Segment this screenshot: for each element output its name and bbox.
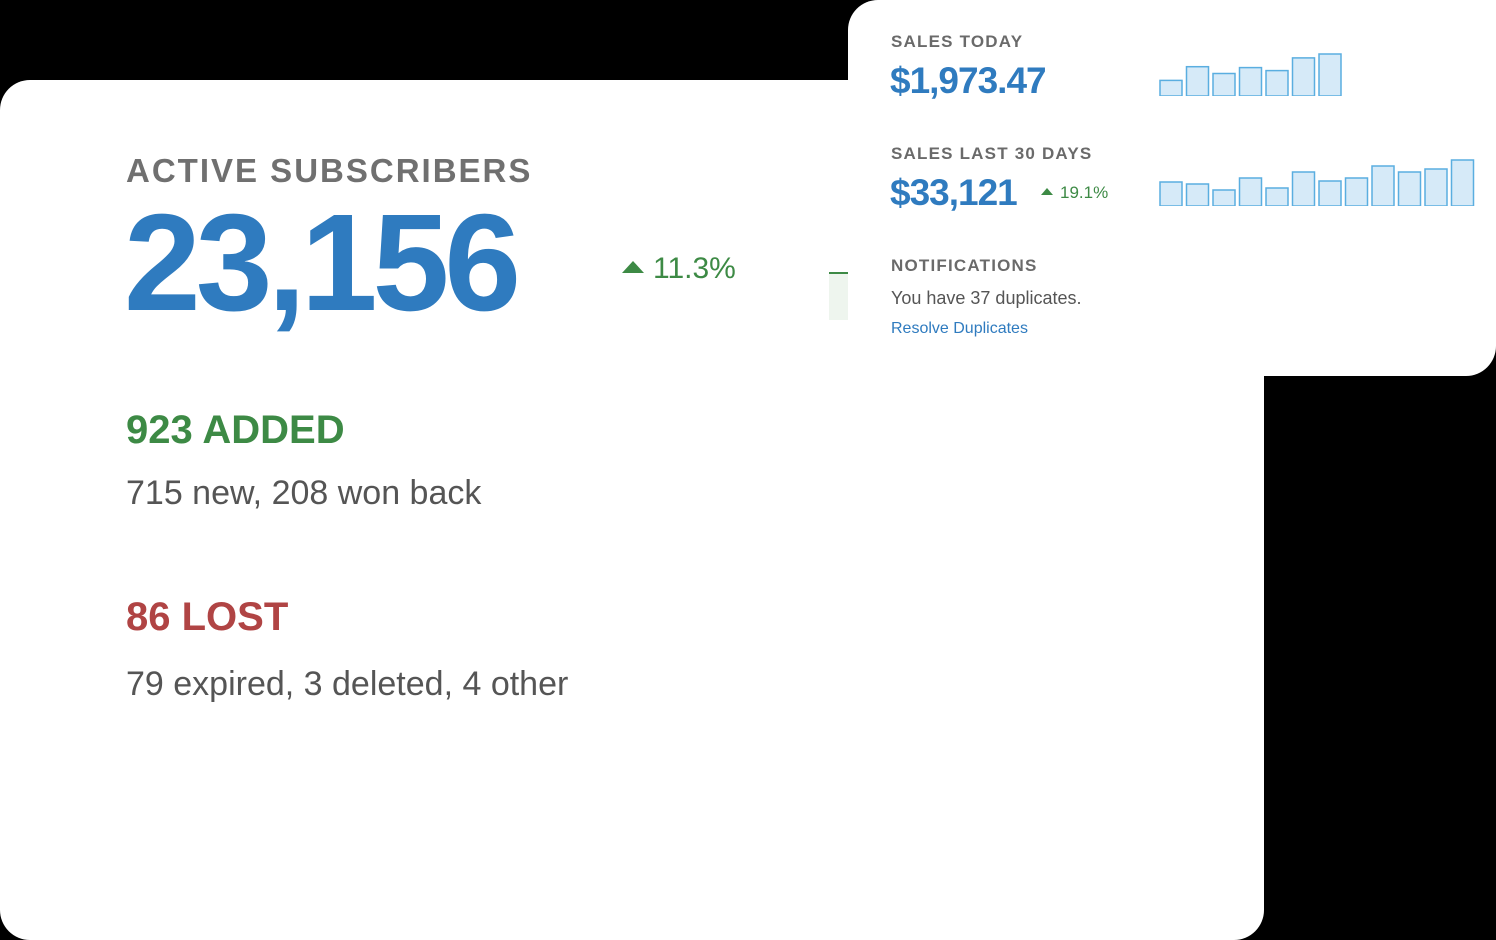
arrow-up-icon <box>622 261 644 273</box>
added-title: 923 ADDED <box>126 408 345 452</box>
dashboard: ACTIVE SUBSCRIBERS 23,156 11.3% 923 ADDE… <box>0 0 1496 940</box>
chart-bar <box>1318 180 1342 206</box>
chart-bar <box>1424 168 1448 206</box>
chart-bar <box>1185 183 1210 206</box>
sales-today-value: $1,973.47 <box>890 60 1047 101</box>
chart-bar <box>1159 181 1183 206</box>
subscribers-delta-value: 11.3% <box>653 252 736 285</box>
chart-bar <box>1371 165 1395 206</box>
chart-bar <box>1238 66 1263 96</box>
resolve-duplicates-link[interactable]: Resolve Duplicates <box>891 320 1028 338</box>
chart-bar <box>1450 159 1475 206</box>
chart-bar <box>1291 57 1316 96</box>
sales-card: SALES TODAY $1,973.47 SALES LAST 30 DAYS… <box>848 0 1496 376</box>
subscribers-delta: 11.3% <box>622 252 736 286</box>
notifications-label: NOTIFICATIONS <box>891 256 1038 275</box>
chart-bar <box>1265 69 1289 96</box>
sales-30-value: $33,121 <box>890 172 1018 213</box>
sales-30-label: SALES LAST 30 DAYS <box>891 144 1093 163</box>
chart-bar <box>1291 171 1316 206</box>
lost-title: 86 LOST <box>126 595 289 639</box>
sales-30-chart <box>1159 159 1475 206</box>
chart-bar <box>1265 187 1289 206</box>
sales-today-chart <box>1159 53 1342 96</box>
lost-detail: 79 expired, 3 deleted, 4 other <box>126 665 569 703</box>
sales-30-delta: 19.1% <box>1041 183 1108 203</box>
chart-bar <box>1185 65 1210 96</box>
sales-30-delta-value: 19.1% <box>1060 183 1109 202</box>
added-detail: 715 new, 208 won back <box>126 474 482 512</box>
chart-bar <box>1344 177 1369 206</box>
arrow-up-icon <box>1041 187 1053 195</box>
sales-today-label: SALES TODAY <box>891 32 1024 51</box>
chart-bar <box>1212 189 1236 206</box>
chart-bar <box>1238 177 1263 206</box>
notification-message: You have 37 duplicates. <box>891 288 1082 308</box>
chart-bar <box>1397 171 1422 206</box>
chart-bar <box>1212 72 1236 96</box>
subscribers-title: ACTIVE SUBSCRIBERS <box>126 152 533 189</box>
subscribers-count: 23,156 <box>124 186 521 340</box>
chart-bar <box>1159 79 1183 96</box>
chart-bar <box>1318 53 1342 96</box>
